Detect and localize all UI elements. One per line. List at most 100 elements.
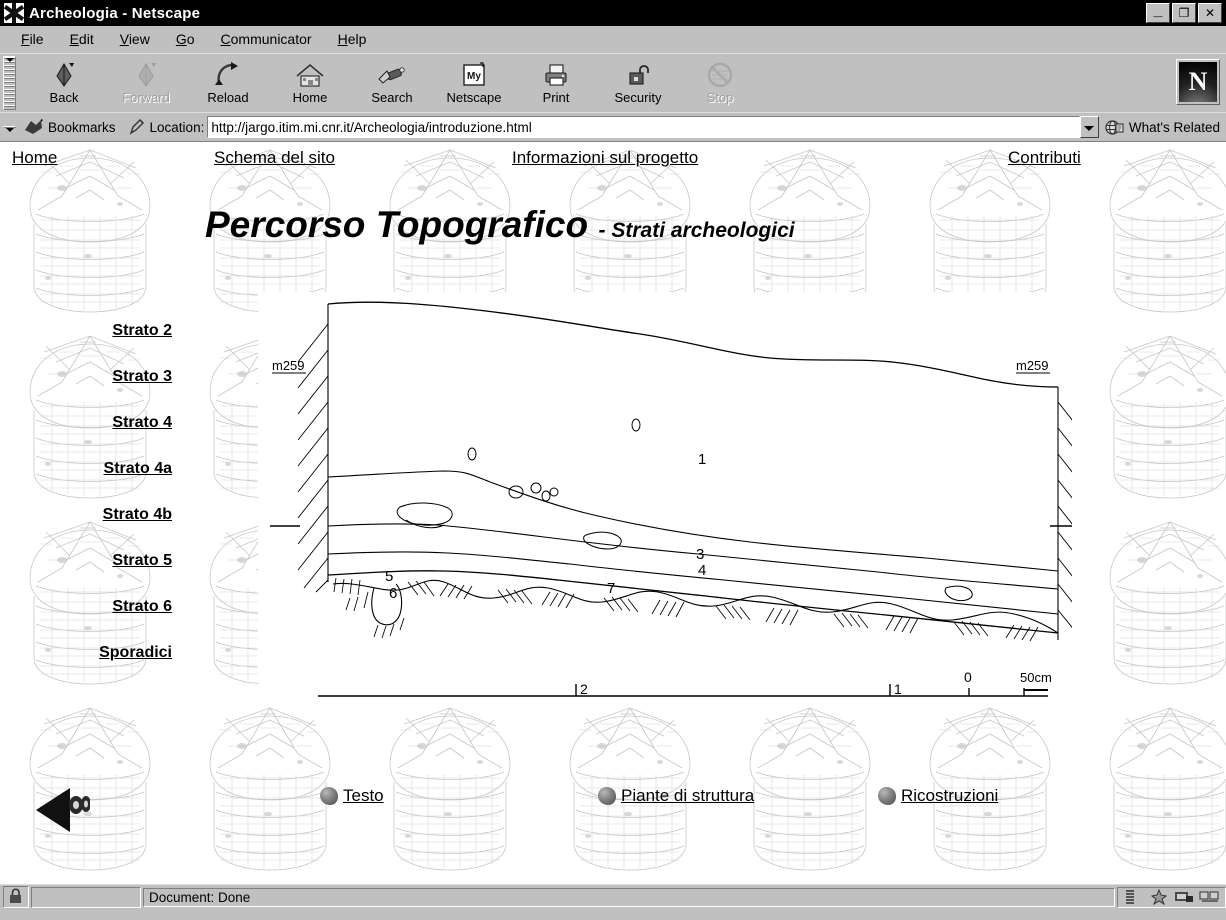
globe-icon (1104, 118, 1125, 137)
scale-tick-1: 1 (894, 681, 902, 697)
app-icon (4, 3, 24, 23)
back-arrow-icon (47, 61, 81, 89)
restore-button[interactable]: ❐ (1172, 3, 1196, 23)
security-lock-icon[interactable] (3, 886, 29, 908)
bookmarks-label[interactable]: Bookmarks (48, 120, 116, 135)
sidebar-link-strato-6[interactable]: Strato 6 (0, 598, 250, 616)
menu-communicator[interactable]: Communicator (208, 29, 325, 49)
menu-go[interactable]: Go (163, 29, 208, 49)
nav-link-schema-del-sito[interactable]: Schema del sito (214, 148, 335, 168)
url-input[interactable]: http://jargo.itim.mi.cnr.it/Archeologia/… (207, 116, 1080, 138)
navigation-toolbar: Back Forward Reload Home Search My Netscape Pri… (0, 53, 1226, 112)
sidebar-link-strato-5[interactable]: Strato 5 (0, 552, 250, 570)
restore-icon: ❐ (1178, 5, 1190, 20)
layer-label-5: 5 (385, 568, 393, 585)
bookmarks-icon[interactable] (23, 118, 45, 136)
bottom-link-testo[interactable]: Testo (320, 786, 384, 806)
bottom-link-ricostruzioni[interactable]: Ricostruzioni (878, 786, 998, 806)
url-dropdown-button[interactable] (1079, 116, 1099, 138)
layer-label-4: 4 (698, 562, 706, 579)
whats-related-button[interactable]: What's Related (1099, 118, 1226, 137)
page-bottom-links: Testo Piante di struttura Ricostruzioni (0, 786, 1226, 826)
nav-link-informazioni-sul-progetto[interactable]: Informazioni sul progetto (512, 148, 698, 168)
minimize-icon: _ (1153, 2, 1163, 19)
sidebar-link-sporadici[interactable]: Sporadici (0, 644, 250, 662)
toolbar-security-button[interactable]: Security (597, 57, 679, 109)
search-flashlight-icon (375, 61, 409, 89)
toolbar-print-button[interactable]: Print (515, 57, 597, 109)
url-text: http://jargo.itim.mi.cnr.it/Archeologia/… (211, 119, 532, 135)
toolbar-button-label: Forward (122, 90, 170, 105)
toolbar-button-label: Stop (706, 90, 734, 105)
component-icon[interactable] (1198, 889, 1220, 905)
back-triangle-icon[interactable] (30, 784, 91, 836)
toolbar-grip[interactable] (3, 56, 16, 110)
elevation-label-left: m259 (272, 358, 305, 373)
svg-text:My: My (467, 71, 481, 82)
menu-view[interactable]: View (107, 29, 163, 49)
home-icon (293, 61, 327, 89)
background-tile (540, 880, 720, 884)
close-button[interactable]: ✕ (1198, 3, 1222, 23)
locationbar-grip[interactable] (3, 126, 16, 132)
strata-sidebar: Strato 2 Strato 3 Strato 4 Strato 4a Strato … (0, 322, 250, 690)
bottom-link-piante-di-struttura[interactable]: Piante di struttura (598, 786, 754, 806)
scale-tick-2: 2 (580, 681, 588, 697)
background-tile (900, 880, 1080, 884)
toolbar-forward-button: Forward (105, 57, 187, 109)
menu-edit[interactable]: Edit (57, 29, 107, 49)
sidebar-link-strato-4b[interactable]: Strato 4b (0, 506, 250, 524)
toolbar-buttons: Back Forward Reload Home Search My Netscape Pri… (17, 54, 761, 112)
scale-tick-0: 0 (964, 669, 972, 685)
signal-icon[interactable] (1123, 889, 1145, 905)
toolbar-search-button[interactable]: Search (351, 57, 433, 109)
location-label: Location: (149, 119, 205, 135)
background-tile (180, 880, 360, 884)
toolbar-back-button[interactable]: Back (23, 57, 105, 109)
menu-file[interactable]: File (8, 29, 57, 49)
toolbar-home-button[interactable]: Home (269, 57, 351, 109)
sidebar-link-strato-4a[interactable]: Strato 4a (0, 460, 250, 478)
my-netscape-icon: My (457, 61, 491, 89)
stone-bullet-icon (320, 787, 338, 805)
nav-link-home[interactable]: Home (12, 148, 57, 168)
toolbar-button-label: Home (292, 90, 328, 105)
status-bar: Document: Done (0, 884, 1226, 909)
toolbar-reload-button[interactable]: Reload (187, 57, 269, 109)
nav-link-contributi[interactable]: Contributi (1008, 148, 1081, 168)
forward-arrow-icon (129, 61, 163, 89)
toolbar-button-label: Reload (207, 90, 249, 105)
layer-label-1: 1 (698, 451, 706, 468)
minimize-button[interactable]: _ (1146, 3, 1170, 23)
bottom-link-label: Piante di struttura (621, 786, 755, 805)
layer-label-7: 7 (607, 580, 615, 597)
netscape-logo-letter: N (1179, 62, 1217, 102)
status-message: Document: Done (143, 887, 1115, 907)
layer-label-6: 6 (389, 585, 397, 602)
stratigraphy-diagram: m259 m259 1 3 4 5 6 7 2 1 0 50cm (258, 292, 1072, 702)
security-icon[interactable] (1148, 888, 1170, 906)
page-title-main: Percorso Topografico (205, 204, 589, 245)
background-tile (360, 880, 540, 884)
mail-icon[interactable] (1173, 889, 1195, 905)
sidebar-link-strato-2[interactable]: Strato 2 (0, 322, 250, 340)
netscape-logo-button[interactable]: N (1176, 59, 1220, 105)
location-bar: Bookmarks Location: http://jargo.itim.mi… (0, 112, 1226, 141)
background-tile (1080, 508, 1226, 694)
toolbar-button-label: Back (49, 90, 79, 105)
scale-tick-50cm: 50cm (1020, 670, 1052, 685)
close-icon: ✕ (1204, 5, 1216, 20)
menu-help[interactable]: Help (325, 29, 380, 49)
sidebar-link-strato-3[interactable]: Strato 3 (0, 368, 250, 386)
bottom-link-label: Ricostruzioni (901, 786, 999, 805)
sidebar-link-strato-4[interactable]: Strato 4 (0, 414, 250, 432)
toolbar-netscape-button[interactable]: My Netscape (433, 57, 515, 109)
reload-icon (211, 61, 245, 89)
toolbar-button-label: Print (542, 90, 570, 105)
toolbar-button-label: Netscape (446, 90, 502, 105)
toolbar-button-label: Security (614, 90, 662, 105)
printer-icon (539, 61, 573, 89)
page-title-sub: - Strati archeologici (598, 219, 795, 242)
toolbar-button-label: Search (371, 90, 413, 105)
page-proxy-icon[interactable] (128, 118, 146, 136)
